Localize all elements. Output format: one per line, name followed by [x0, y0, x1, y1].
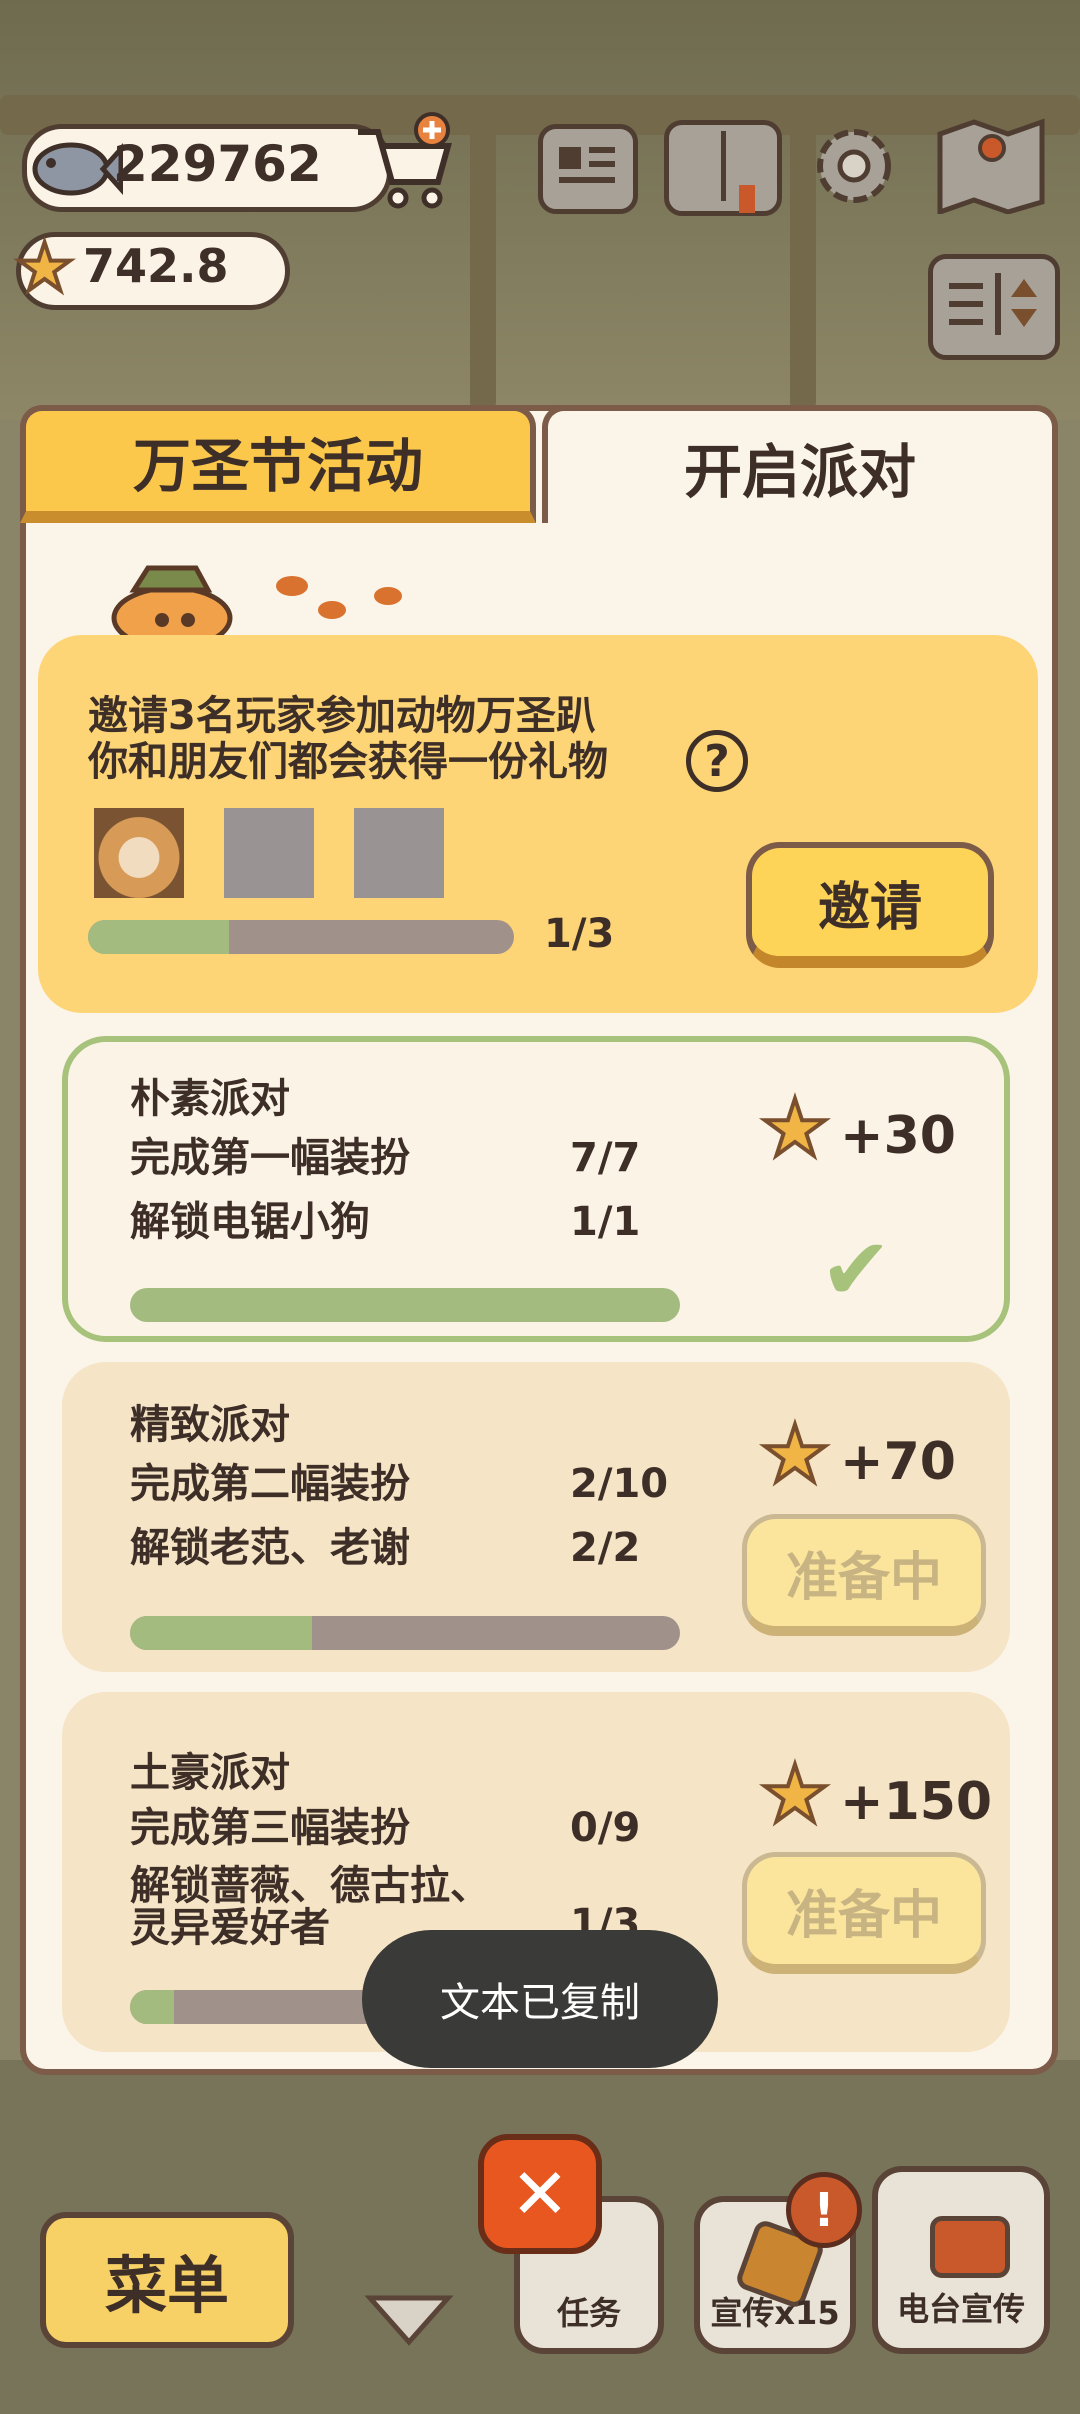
chevron-down-icon[interactable]	[364, 2290, 454, 2350]
promo-label: 宣传x15	[710, 2294, 840, 2332]
task-requirement-count: 7/7	[570, 1135, 641, 1181]
task-requirement: 完成第三幅装扮	[130, 1805, 410, 1851]
tasks-label: 任务	[556, 2294, 621, 2332]
empty-friend-slot	[354, 808, 444, 898]
close-icon[interactable]: ✕	[478, 2134, 602, 2254]
tab-start-party[interactable]: 开启派对	[542, 405, 1058, 523]
task-requirement: 完成第二幅装扮	[130, 1461, 410, 1507]
menu-button[interactable]: 菜单	[40, 2212, 294, 2348]
tab-halloween-event[interactable]: 万圣节活动	[20, 405, 536, 523]
task-requirement: 灵异爱好者	[130, 1905, 330, 1951]
check-icon: ✔	[820, 1220, 893, 1320]
invite-progress-text: 1/3	[544, 911, 615, 957]
preparing-button[interactable]: 准备中	[742, 1852, 986, 1974]
invite-progress-bar	[88, 920, 514, 954]
star-icon: ★	[758, 1084, 832, 1174]
task-requirement: 解锁电锯小狗	[130, 1199, 370, 1245]
star-icon: ★	[13, 227, 76, 308]
alert-icon: !	[786, 2172, 862, 2248]
star-count: 742.8	[83, 239, 229, 293]
book-icon[interactable]	[664, 120, 782, 216]
task-title: 土豪派对	[130, 1750, 290, 1796]
invite-text-line1: 邀请3名玩家参加动物万圣趴	[88, 693, 596, 739]
question-icon[interactable]: ?	[686, 730, 748, 792]
tab-party-label: 开启派对	[683, 438, 916, 506]
empty-friend-slot	[224, 808, 314, 898]
task-reward: +70	[840, 1432, 956, 1492]
task-requirement: 完成第一幅装扮	[130, 1135, 410, 1181]
radio-promo-label: 电台宣传	[896, 2290, 1025, 2328]
task-reward: +30	[840, 1106, 956, 1166]
task-requirement-count: 0/9	[570, 1805, 641, 1851]
task-progress-bar	[130, 1288, 680, 1322]
invite-text-line2: 你和朋友们都会获得一份礼物	[88, 739, 608, 785]
toggle-icon[interactable]	[928, 254, 1060, 360]
fish-currency-pill: 229762	[22, 124, 392, 212]
radio-promo-button[interactable]: 电台宣传	[872, 2166, 1050, 2354]
task-progress-fill	[130, 1288, 680, 1322]
gear-icon[interactable]	[806, 118, 902, 214]
tab-halloween-label: 万圣节活动	[132, 432, 423, 500]
fish-icon	[32, 142, 123, 196]
star-currency-pill: ★ 742.8	[13, 227, 290, 310]
task-title: 精致派对	[130, 1402, 290, 1448]
task-progress-bar	[130, 1616, 680, 1650]
task-reward: +150	[840, 1772, 993, 1832]
task-title: 朴素派对	[130, 1076, 290, 1122]
background-post	[470, 130, 496, 410]
invite-button[interactable]: 邀请	[746, 842, 994, 968]
task-requirement-count: 2/2	[570, 1525, 641, 1571]
map-icon[interactable]	[934, 114, 1048, 214]
radio-icon	[930, 2216, 1010, 2278]
star-icon: ★	[758, 1750, 832, 1840]
news-icon[interactable]	[538, 124, 638, 214]
task-requirement-count: 1/1	[570, 1199, 641, 1245]
friend-avatar	[94, 808, 184, 898]
invite-progress-fill	[88, 920, 229, 954]
preparing-button[interactable]: 准备中	[742, 1514, 986, 1636]
task-progress-fill	[130, 1990, 174, 2024]
fish-count: 229762	[113, 135, 322, 193]
task-progress-fill	[130, 1616, 312, 1650]
copied-toast: 文本已复制	[362, 1930, 718, 2068]
task-requirement-count: 2/10	[570, 1461, 669, 1507]
task-requirement: 解锁老范、老谢	[130, 1525, 410, 1571]
task-requirement: 解锁蔷薇、德古拉、	[130, 1863, 490, 1909]
cart-icon[interactable]	[350, 112, 460, 212]
star-icon: ★	[758, 1410, 832, 1500]
